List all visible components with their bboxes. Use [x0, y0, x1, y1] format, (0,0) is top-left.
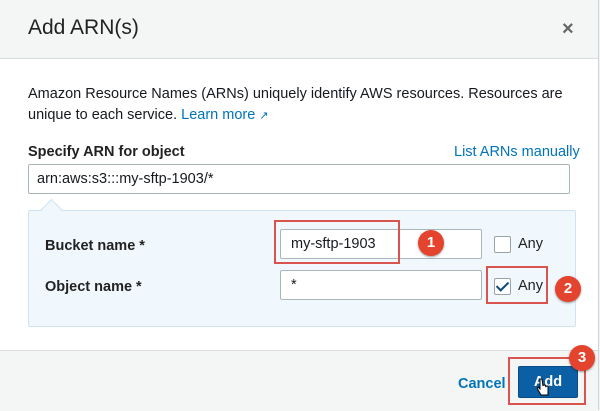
- bucket-name-label: Bucket name *: [45, 238, 145, 254]
- bucket-highlight-box: [274, 220, 400, 264]
- object-name-label: Object name *: [45, 279, 142, 295]
- any-highlight-box: [486, 266, 548, 304]
- learn-more-link[interactable]: Learn more ↗: [181, 107, 268, 123]
- dialog-title: Add ARN(s): [28, 16, 139, 39]
- step-badge-2: 2: [555, 276, 581, 302]
- list-arns-manually-link[interactable]: List ARNs manually: [454, 144, 580, 160]
- dialog-header: Add ARN(s) ×: [0, 0, 598, 59]
- object-name-input[interactable]: [280, 270, 482, 300]
- close-icon[interactable]: ×: [562, 18, 574, 41]
- arn-input[interactable]: [28, 164, 570, 194]
- arn-label: Specify ARN for object: [28, 144, 185, 160]
- add-arn-dialog: Add ARN(s) × Amazon Resource Names (ARNs…: [0, 0, 599, 411]
- description: Amazon Resource Names (ARNs) uniquely id…: [28, 84, 573, 127]
- description-text: Amazon Resource Names (ARNs) uniquely id…: [28, 86, 563, 123]
- external-link-icon: ↗: [259, 110, 269, 122]
- step-badge-3: 3: [569, 345, 595, 371]
- bucket-any-label: Any: [518, 236, 543, 252]
- step-badge-1: 1: [418, 230, 444, 256]
- cancel-button[interactable]: Cancel: [458, 376, 506, 392]
- bucket-any-checkbox[interactable]: [494, 236, 511, 253]
